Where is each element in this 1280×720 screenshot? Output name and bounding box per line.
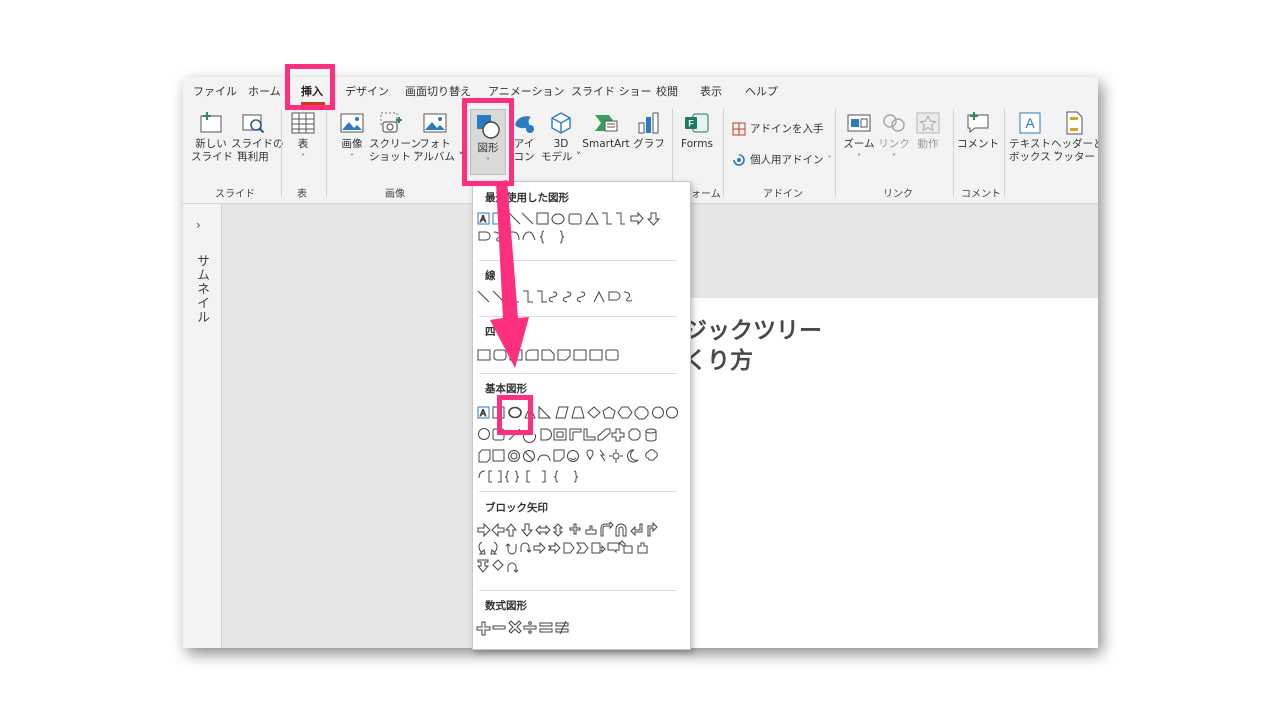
photo-album-button[interactable]: フォト アルバム ˅ [413, 111, 463, 164]
screenshot-icon [380, 112, 402, 133]
tab-review[interactable]: 校閲 [656, 83, 678, 99]
textbox-icon: A [1019, 112, 1041, 134]
group-separator [281, 109, 282, 197]
bar-chart-icon [638, 112, 659, 134]
thumbnail-pane[interactable]: › サムネイル [183, 204, 222, 648]
get-addins-button[interactable]: アドインを入手 [732, 121, 824, 136]
divider [479, 373, 677, 374]
reuse-slide-button[interactable]: スライドの 再利用 [231, 111, 284, 164]
screenshot-button[interactable]: スクリーン ショット ˅ [369, 111, 421, 164]
smartart-button[interactable]: SmartArt [580, 111, 632, 151]
smartart-icon [595, 115, 618, 132]
divider [479, 316, 677, 317]
zoom-icon [847, 114, 871, 132]
recent-shapes-icon[interactable]: A [476, 210, 681, 248]
block-arrow-shapes-icon[interactable] [476, 522, 681, 580]
gallery-section-block-arrows: ブロック矢印 [485, 502, 548, 514]
svg-text:A: A [480, 408, 486, 418]
link-button[interactable]: リンク ˅ [877, 111, 911, 164]
tab-home[interactable]: ホーム [248, 83, 281, 99]
photo-album-icon [423, 113, 447, 133]
group-label-forms: ォーム [691, 189, 721, 200]
comment-button[interactable]: コメント [957, 111, 999, 151]
equation-shapes-icon[interactable] [476, 620, 681, 636]
divider [479, 590, 677, 591]
divider [479, 491, 677, 492]
group-label-link: リンク [883, 189, 913, 200]
image-button[interactable]: 画像 ˅ [335, 111, 369, 164]
highlight-shapes-button [462, 98, 514, 186]
tab-design[interactable]: デザイン [345, 83, 389, 99]
group-label-slide: スライド [215, 189, 255, 200]
action-button[interactable]: 動作 [911, 111, 945, 151]
tab-slideshow[interactable]: スライド ショー [571, 83, 652, 99]
forms-button[interactable]: F Forms [677, 111, 717, 151]
group-separator [723, 109, 724, 197]
reuse-slide-icon [242, 114, 265, 134]
new-slide-icon [200, 112, 222, 133]
svg-text:F: F [688, 119, 694, 129]
tab-transitions[interactable]: 画面切り替え [405, 83, 471, 99]
tab-animations[interactable]: アニメーション [488, 83, 565, 99]
header-footer-button[interactable]: ヘッダーと フッター [1051, 111, 1098, 164]
group-label-comment: コメント [961, 189, 1001, 200]
tab-file[interactable]: ファイル [193, 83, 237, 99]
new-slide-button[interactable]: 新しい スライド ˅ [191, 111, 242, 164]
star-icon [916, 112, 940, 134]
svg-text:A: A [480, 214, 486, 224]
group-label-table: 表 [297, 189, 307, 200]
tab-help[interactable]: ヘルプ [745, 83, 778, 99]
gallery-section-equation: 数式図形 [485, 600, 527, 612]
3d-model-button[interactable]: 3D モデル ˅ [541, 111, 581, 164]
svg-text:A: A [1025, 115, 1035, 131]
tab-view[interactable]: 表示 [700, 83, 722, 99]
group-label-addins: アドイン [763, 189, 803, 200]
gallery-section-rectangles: 四 [485, 326, 496, 338]
picture-icon [340, 113, 364, 133]
group-separator [953, 109, 954, 197]
group-separator [835, 109, 836, 197]
thumbnail-pane-label: サムネイル [194, 254, 209, 324]
forms-icon: F [685, 113, 709, 133]
divider [479, 260, 677, 261]
rectangle-shapes-icon[interactable] [476, 348, 681, 364]
gallery-section-lines: 線 [485, 270, 496, 282]
table-button[interactable]: 表 ˅ [286, 111, 320, 164]
icons-icon [515, 116, 534, 133]
header-footer-icon [1066, 111, 1083, 135]
slide-title[interactable]: ジックツリー くり方 [684, 316, 822, 376]
line-shapes-icon[interactable] [476, 288, 681, 306]
group-separator [1004, 109, 1005, 197]
highlight-oval-shape [497, 395, 533, 435]
group-label-image: 画像 [385, 189, 405, 200]
expand-chevron-icon[interactable]: › [196, 218, 201, 232]
gallery-section-recent: 最近使用した図形 [485, 192, 569, 204]
table-icon [291, 112, 315, 134]
group-separator [326, 109, 327, 197]
zoom-button[interactable]: ズーム ˅ [841, 111, 877, 164]
store-icon [732, 122, 746, 135]
highlight-insert-tab [285, 64, 335, 110]
link-icon [883, 114, 905, 132]
my-addins-button[interactable]: 個人用アドイン ˅ [732, 152, 832, 167]
gallery-section-basic: 基本図形 [485, 383, 527, 395]
addin-icon [733, 153, 745, 166]
comment-icon [967, 112, 989, 134]
graph-button[interactable]: グラフ [632, 111, 666, 151]
cube-icon [551, 112, 571, 134]
textbox-button[interactable]: A テキスト ボックス ˅ [1009, 111, 1059, 164]
